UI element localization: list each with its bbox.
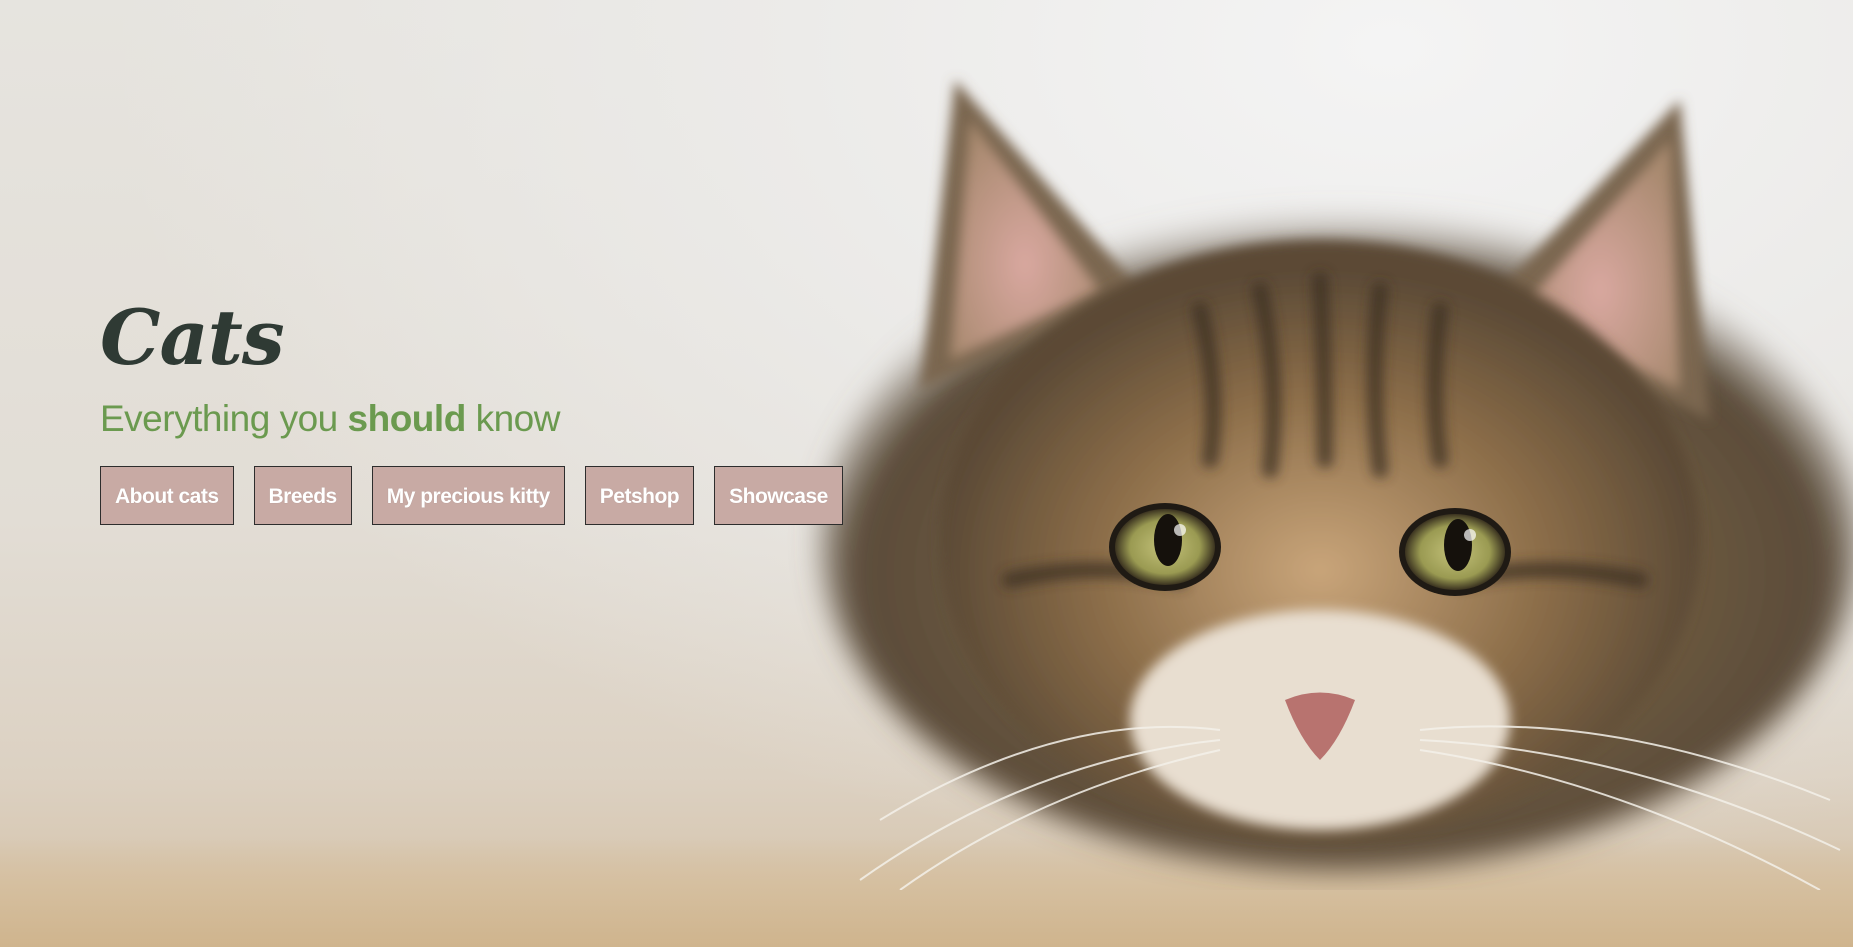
main-nav: About cats Breeds My precious kitty Pets…	[100, 466, 843, 525]
site-title: Cats	[100, 293, 285, 382]
tagline-after: know	[465, 398, 561, 439]
hero-content: Cats Everything you should know About ca…	[100, 300, 843, 525]
tagline-before: Everything you	[100, 398, 348, 439]
nav-button-my-precious-kitty[interactable]: My precious kitty	[371, 466, 565, 525]
cat-photo	[820, 80, 1853, 890]
nav-button-showcase[interactable]: Showcase	[714, 466, 843, 525]
nav-button-about-cats[interactable]: About cats	[100, 466, 234, 525]
tagline-emphasis: should	[347, 398, 467, 439]
nav-button-petshop[interactable]: Petshop	[584, 466, 695, 525]
nav-button-breeds[interactable]: Breeds	[253, 466, 352, 525]
tagline: Everything you should know	[100, 398, 843, 440]
